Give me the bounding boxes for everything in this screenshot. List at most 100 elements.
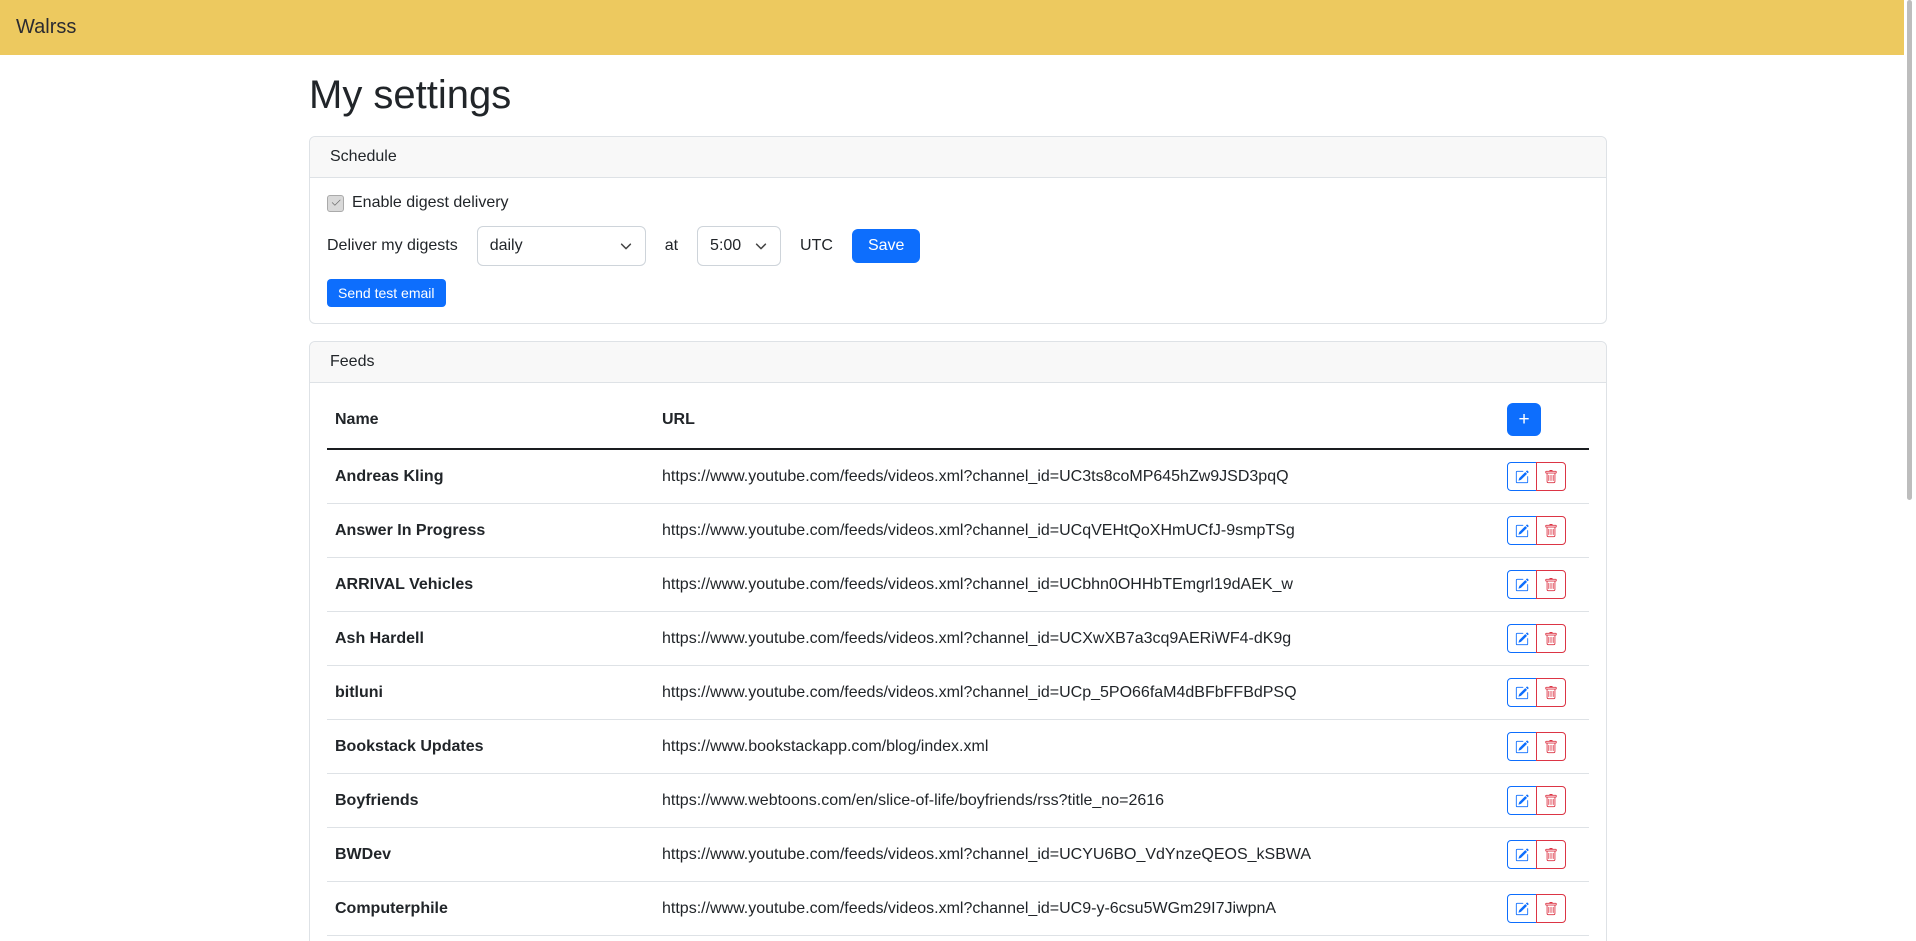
feed-action-button-group: [1507, 570, 1566, 599]
trash-icon: [1544, 794, 1558, 808]
table-row: bitluni https://www.youtube.com/feeds/vi…: [327, 666, 1589, 720]
feed-action-button-group: [1507, 840, 1566, 869]
feed-name: Ash Hardell: [327, 612, 654, 666]
feed-name: Computerphile: [327, 882, 654, 936]
feed-url: https://www.youtube.com/feeds/videos.xml…: [654, 882, 1499, 936]
feed-actions: [1499, 936, 1589, 941]
pencil-square-icon: [1515, 794, 1529, 808]
delete-feed-button[interactable]: [1536, 516, 1566, 545]
delete-feed-button[interactable]: [1536, 462, 1566, 491]
schedule-card-header: Schedule: [310, 137, 1606, 178]
delete-feed-button[interactable]: [1536, 678, 1566, 707]
feed-name: Bookstack Updates: [327, 720, 654, 774]
edit-feed-button[interactable]: [1507, 840, 1537, 869]
feeds-card: Feeds Name URL + Andreas Kling https://w…: [309, 341, 1607, 941]
trash-icon: [1544, 470, 1558, 484]
feed-actions: [1499, 558, 1589, 612]
trash-icon: [1544, 740, 1558, 754]
delete-feed-button[interactable]: [1536, 840, 1566, 869]
feed-name: ARRIVAL Vehicles: [327, 558, 654, 612]
enable-digest-checkbox-row[interactable]: Enable digest delivery: [327, 194, 1589, 212]
edit-feed-button[interactable]: [1507, 570, 1537, 599]
pencil-square-icon: [1515, 848, 1529, 862]
time-select-value: 5:00: [710, 237, 741, 255]
feed-action-button-group: [1507, 516, 1566, 545]
edit-feed-button[interactable]: [1507, 516, 1537, 545]
send-test-email-button[interactable]: Send test email: [327, 279, 446, 307]
delete-feed-button[interactable]: [1536, 624, 1566, 653]
scrollbar-thumb[interactable]: [1907, 0, 1912, 500]
feed-name: Boyfriends: [327, 774, 654, 828]
frequency-select-value: daily: [490, 237, 523, 255]
feed-actions: [1499, 504, 1589, 558]
pencil-square-icon: [1515, 902, 1529, 916]
edit-feed-button[interactable]: [1507, 786, 1537, 815]
feed-url: https://www.bookstackapp.com/blog/index.…: [654, 720, 1499, 774]
feed-actions: [1499, 882, 1589, 936]
schedule-card-body: Enable digest delivery Deliver my digest…: [310, 178, 1606, 323]
table-row: Ash Hardell https://www.youtube.com/feed…: [327, 612, 1589, 666]
feeds-table-body: Andreas Kling https://www.youtube.com/fe…: [327, 449, 1589, 941]
delete-feed-button[interactable]: [1536, 786, 1566, 815]
schedule-card: Schedule Enable digest delivery Deliver …: [309, 136, 1607, 324]
feeds-card-body: Name URL + Andreas Kling https://www.you…: [310, 383, 1606, 941]
feeds-table: Name URL + Andreas Kling https://www.you…: [327, 391, 1589, 941]
deliver-digests-label: Deliver my digests: [327, 237, 458, 255]
feed-url: https://www.youtube.com/feeds/videos.xml…: [654, 449, 1499, 504]
trash-icon: [1544, 524, 1558, 538]
feed-action-button-group: [1507, 786, 1566, 815]
feed-url: https://www.youtube.com/feeds/videos.xml…: [654, 612, 1499, 666]
scrollbar-track[interactable]: [1904, 0, 1916, 941]
trash-icon: [1544, 578, 1558, 592]
feed-actions: [1499, 449, 1589, 504]
pencil-square-icon: [1515, 686, 1529, 700]
feed-actions: [1499, 612, 1589, 666]
edit-feed-button[interactable]: [1507, 732, 1537, 761]
navbar-brand[interactable]: Walrss: [16, 16, 76, 39]
pencil-square-icon: [1515, 740, 1529, 754]
feed-name: BWDev: [327, 828, 654, 882]
feeds-card-header: Feeds: [310, 342, 1606, 383]
feed-action-button-group: [1507, 894, 1566, 923]
feed-actions: [1499, 774, 1589, 828]
save-button[interactable]: Save: [852, 229, 920, 263]
table-row: Boyfriends https://www.webtoons.com/en/s…: [327, 774, 1589, 828]
pencil-square-icon: [1515, 470, 1529, 484]
pencil-square-icon: [1515, 632, 1529, 646]
pencil-square-icon: [1515, 524, 1529, 538]
add-feed-button[interactable]: +: [1507, 403, 1541, 436]
delete-feed-button[interactable]: [1536, 570, 1566, 599]
column-header-url: URL: [654, 391, 1499, 449]
table-row: Answer In Progress https://www.youtube.c…: [327, 504, 1589, 558]
timezone-label: UTC: [800, 237, 833, 255]
feed-action-button-group: [1507, 624, 1566, 653]
feed-name: Fireship: [327, 936, 654, 941]
at-label: at: [665, 237, 678, 255]
frequency-select[interactable]: daily: [477, 226, 646, 266]
feed-url: https://www.youtube.com/feeds/videos.xml…: [654, 558, 1499, 612]
feed-action-button-group: [1507, 462, 1566, 491]
main-content: My settings Schedule Enable digest deliv…: [309, 71, 1607, 941]
feed-action-button-group: [1507, 732, 1566, 761]
delete-feed-button[interactable]: [1536, 894, 1566, 923]
feed-url: https://www.youtube.com/feeds/videos.xml…: [654, 666, 1499, 720]
checkbox-checked-icon[interactable]: [327, 195, 344, 212]
trash-icon: [1544, 686, 1558, 700]
chevron-down-icon: [619, 239, 633, 253]
edit-feed-button[interactable]: [1507, 894, 1537, 923]
feed-action-button-group: [1507, 678, 1566, 707]
trash-icon: [1544, 632, 1558, 646]
table-row: Fireship https://www.youtube.com/feeds/v…: [327, 936, 1589, 941]
edit-feed-button[interactable]: [1507, 462, 1537, 491]
delete-feed-button[interactable]: [1536, 732, 1566, 761]
trash-icon: [1544, 848, 1558, 862]
pencil-square-icon: [1515, 578, 1529, 592]
schedule-form-row: Deliver my digests daily at 5:00 UTC Sav…: [327, 226, 1589, 266]
feed-name: bitluni: [327, 666, 654, 720]
navbar: Walrss: [0, 0, 1916, 55]
time-select[interactable]: 5:00: [697, 226, 781, 266]
edit-feed-button[interactable]: [1507, 624, 1537, 653]
feed-url: https://www.youtube.com/feeds/videos.xml…: [654, 936, 1499, 941]
edit-feed-button[interactable]: [1507, 678, 1537, 707]
enable-digest-label: Enable digest delivery: [352, 194, 509, 212]
